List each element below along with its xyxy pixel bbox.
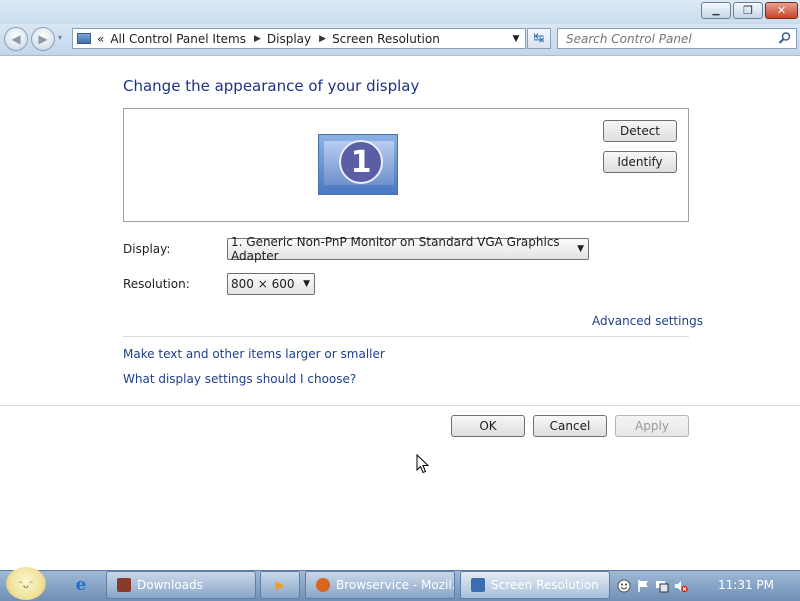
firefox-icon <box>316 578 330 592</box>
system-tray: 11:31 PM <box>612 572 800 600</box>
text-size-link[interactable]: Make text and other items larger or smal… <box>123 347 385 361</box>
refresh-icon: ↹ <box>533 31 545 46</box>
mouse-cursor-icon <box>416 454 430 474</box>
taskbar-screen-resolution[interactable]: Screen Resolution <box>460 571 610 599</box>
breadcrumb-display[interactable]: Display <box>267 32 311 46</box>
forward-button[interactable]: ▶ <box>31 27 55 51</box>
chevron-down-icon: ▼ <box>577 244 584 254</box>
smiley-tray-icon[interactable] <box>617 579 631 593</box>
breadcrumb-separator-icon[interactable]: ▶ <box>254 34 261 44</box>
breadcrumb-all-control-panel-items[interactable]: All Control Panel Items <box>110 32 246 46</box>
media-player-icon: ▶ <box>275 578 285 592</box>
taskbar-screen-resolution-label: Screen Resolution <box>491 578 599 592</box>
display-settings-help-link[interactable]: What display settings should I choose? <box>123 372 356 386</box>
breadcrumb-overflow[interactable]: « <box>97 32 104 46</box>
taskbar-downloads[interactable]: Downloads <box>106 571 256 599</box>
control-panel-icon <box>77 33 91 44</box>
page-title: Change the appearance of your display <box>123 77 420 95</box>
smiley-icon: ᵔᴗᵔ <box>18 580 34 591</box>
taskbar-browser[interactable]: Browservice - Mozil... <box>305 571 455 599</box>
apply-button[interactable]: Apply <box>615 415 689 437</box>
forward-arrow-icon: ▶ <box>38 32 48 46</box>
monitor-1-icon[interactable]: 1 <box>318 134 398 195</box>
taskbar-browser-label: Browservice - Mozil... <box>336 578 455 592</box>
internet-explorer-icon[interactable]: e <box>70 574 92 596</box>
minimize-button[interactable]: ▁ <box>701 2 731 19</box>
divider <box>0 405 800 406</box>
window-title-bar <box>0 0 800 24</box>
breadcrumb-separator-icon[interactable]: ▶ <box>319 34 326 44</box>
back-button[interactable]: ◀ <box>4 27 28 51</box>
minimize-icon: ▁ <box>712 5 720 16</box>
taskbar-media-player[interactable]: ▶ <box>260 571 300 599</box>
detect-button[interactable]: Detect <box>603 120 677 142</box>
control-panel-icon <box>471 578 485 592</box>
monitor-number: 1 <box>339 140 383 184</box>
identify-button[interactable]: Identify <box>603 151 677 173</box>
resolution-select-value: 800 × 600 <box>231 277 295 291</box>
clock[interactable]: 11:31 PM <box>718 578 774 592</box>
chevron-down-icon: ▼ <box>512 33 520 44</box>
resolution-label: Resolution: <box>123 277 190 291</box>
back-arrow-icon: ◀ <box>11 32 21 46</box>
display-select-value: 1. Generic Non-PnP Monitor on Standard V… <box>231 235 560 263</box>
address-dropdown-button[interactable]: ▼ <box>509 31 523 46</box>
taskbar-downloads-label: Downloads <box>137 578 203 592</box>
resolution-select[interactable]: 800 × 600 ▼ <box>227 273 315 295</box>
display-label: Display: <box>123 242 171 256</box>
cancel-button[interactable]: Cancel <box>533 415 607 437</box>
display-select[interactable]: 1. Generic Non-PnP Monitor on Standard V… <box>227 235 589 263</box>
address-bar[interactable]: « All Control Panel Items ▶ Display ▶ Sc… <box>72 28 526 49</box>
close-button[interactable]: ✕ <box>765 2 798 19</box>
restore-button[interactable]: ❐ <box>733 2 763 19</box>
advanced-settings-link[interactable]: Advanced settings <box>592 314 703 328</box>
close-icon: ✕ <box>776 4 787 17</box>
search-icon[interactable] <box>778 31 792 45</box>
breadcrumb-screen-resolution[interactable]: Screen Resolution <box>332 32 440 46</box>
volume-muted-icon[interactable] <box>674 579 688 593</box>
start-button[interactable]: ᵔᴗᵔ <box>6 567 46 600</box>
ok-button[interactable]: OK <box>451 415 525 437</box>
divider <box>123 336 689 337</box>
downloads-icon <box>117 578 131 592</box>
chevron-down-icon: ▼ <box>303 279 310 289</box>
flag-icon[interactable] <box>636 579 650 593</box>
search-input[interactable] <box>564 30 773 47</box>
recent-pages-button[interactable]: ▾ <box>58 33 62 42</box>
refresh-button[interactable]: ↹ <box>527 28 551 49</box>
search-box[interactable] <box>557 28 797 49</box>
restore-icon: ❐ <box>743 4 753 17</box>
network-icon[interactable] <box>655 579 669 593</box>
